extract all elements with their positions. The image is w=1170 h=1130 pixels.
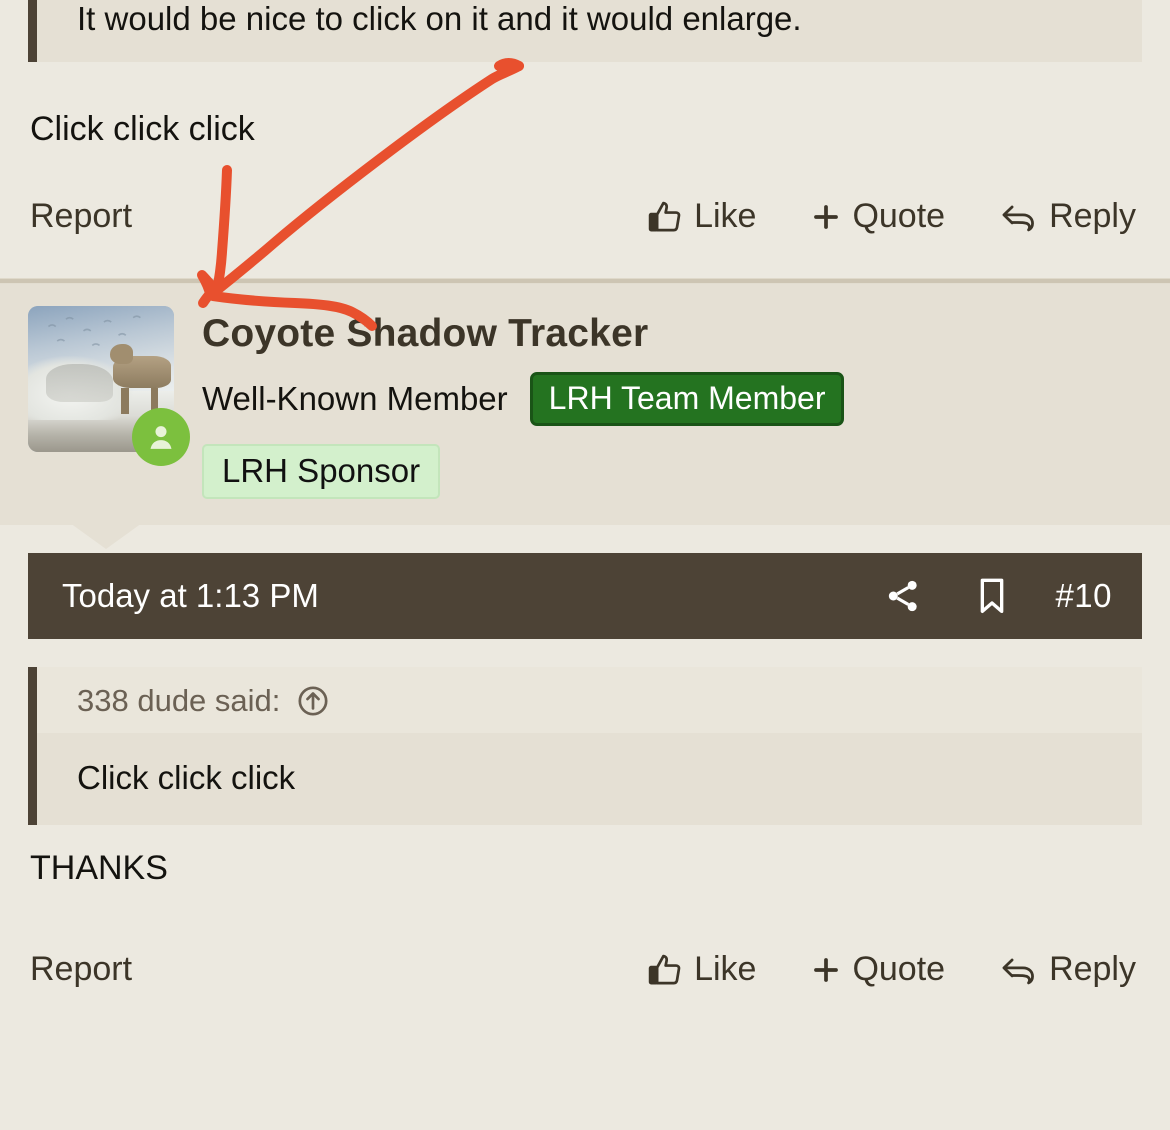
action-bar-current: Report Like Quote Reply (0, 950, 1170, 989)
like-label: Like (694, 950, 757, 988)
avatar-coyote-leg (121, 387, 129, 415)
quoted-text-current: Click click click (37, 733, 1142, 825)
post-body-previous: Click click click (30, 110, 255, 148)
plus-icon (810, 201, 842, 233)
report-button-current[interactable]: Report (30, 950, 132, 989)
quote-label: Quote (852, 950, 946, 988)
like-button-previous[interactable]: Like (646, 197, 756, 236)
thumbs-up-icon (646, 198, 684, 236)
user-title-row: Well-Known Member LRH Team Member (202, 372, 845, 426)
person-icon (150, 426, 172, 449)
quoted-block-previous: It would be nice to click on it and it w… (28, 0, 1142, 62)
online-status-badge (132, 408, 190, 466)
circle-up-arrow-icon[interactable] (296, 684, 330, 718)
user-details: Coyote Shadow Tracker Well-Known Member … (202, 306, 845, 499)
report-button-previous[interactable]: Report (30, 197, 132, 236)
quote-attribution-row: 338 dude said: (37, 667, 1142, 733)
post-header-bar: Today at 1:13 PM #10 (28, 553, 1142, 639)
post-body-current: THANKS (30, 849, 168, 887)
report-label: Report (30, 197, 133, 235)
post-number[interactable]: #10 (1055, 577, 1112, 615)
quote-button-current[interactable]: Quote (810, 950, 945, 989)
share-icon[interactable] (883, 576, 923, 616)
avatar-wolf-silhouette (45, 364, 113, 403)
reply-button-previous[interactable]: Reply (999, 197, 1136, 236)
quoted-text-previous: It would be nice to click on it and it w… (77, 0, 802, 37)
avatar-wrapper[interactable] (28, 306, 190, 466)
like-button-current[interactable]: Like (646, 950, 756, 989)
current-post: Coyote Shadow Tracker Well-Known Member … (0, 284, 1170, 989)
bookmark-icon[interactable] (975, 576, 1009, 616)
reply-arrow-icon (999, 198, 1039, 236)
quoted-block-current: 338 dude said: Click click click (28, 667, 1142, 825)
quote-button-previous[interactable]: Quote (810, 197, 945, 236)
report-label: Report (30, 950, 133, 988)
username[interactable]: Coyote Shadow Tracker (202, 312, 844, 356)
action-bar-previous: Report Like Quote Reply (0, 197, 1170, 236)
user-title: Well-Known Member (202, 380, 508, 417)
user-badge-row: LRH Sponsor (202, 444, 844, 499)
plus-icon (810, 954, 842, 986)
reply-label: Reply (1049, 950, 1136, 988)
user-info-block: Coyote Shadow Tracker Well-Known Member … (0, 284, 1170, 549)
avatar-coyote-head (109, 343, 134, 365)
post-timestamp[interactable]: Today at 1:13 PM (62, 577, 319, 615)
badge-lrh-sponsor: LRH Sponsor (202, 444, 441, 499)
quote-attribution: 338 dude said: (77, 683, 281, 718)
reply-label: Reply (1049, 197, 1136, 235)
quote-label: Quote (852, 197, 946, 235)
userblock-caret (70, 523, 142, 549)
thumbs-up-icon (646, 951, 684, 989)
previous-post: It would be nice to click on it and it w… (0, 0, 1170, 284)
badge-lrh-team-member: LRH Team Member (529, 372, 845, 426)
like-label: Like (694, 197, 757, 235)
reply-arrow-icon (999, 951, 1039, 989)
reply-button-current[interactable]: Reply (999, 950, 1136, 989)
